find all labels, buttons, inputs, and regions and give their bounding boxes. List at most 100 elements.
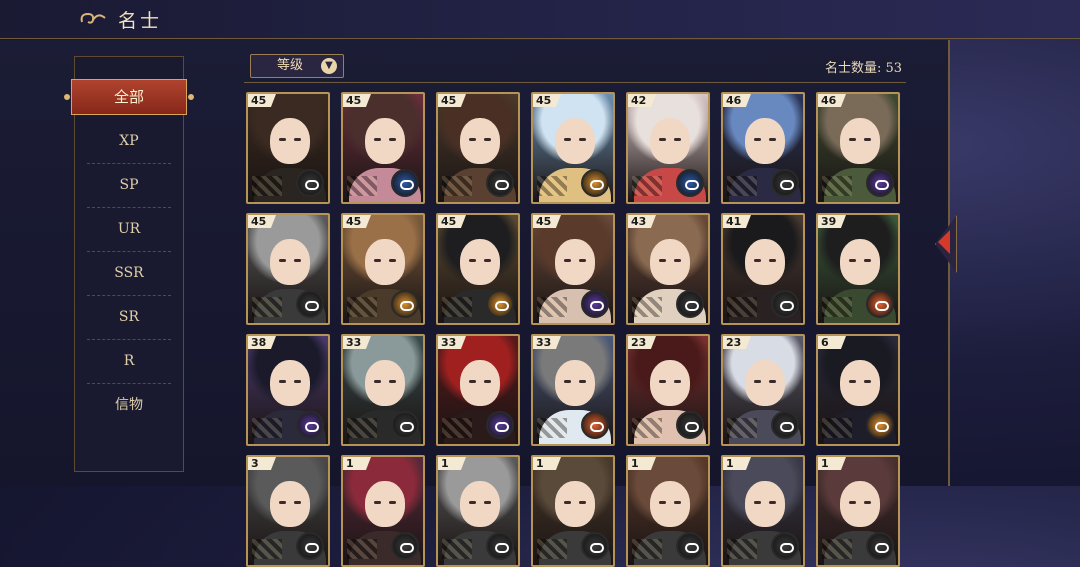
portrait-eye xyxy=(564,259,571,262)
rarity-emblem-icon xyxy=(581,411,609,439)
rarity-emblem-icon xyxy=(676,411,704,439)
character-card[interactable]: 43 xyxy=(626,213,710,325)
portrait-face xyxy=(270,481,310,527)
ornament-dot-icon xyxy=(188,94,194,100)
portrait-face xyxy=(460,360,500,406)
character-card[interactable]: 23 xyxy=(626,334,710,446)
character-card[interactable]: 46 xyxy=(721,92,805,204)
portrait-eye xyxy=(279,380,286,383)
sidebar-item-r[interactable]: R xyxy=(87,339,171,384)
divider xyxy=(244,82,906,83)
card-frame-pattern xyxy=(537,297,567,317)
character-card[interactable]: 23 xyxy=(721,334,805,446)
rarity-emblem-icon xyxy=(486,411,514,439)
portrait-eye xyxy=(754,380,761,383)
portrait-face xyxy=(840,360,880,406)
portrait-face xyxy=(555,118,595,164)
card-frame-pattern xyxy=(347,418,377,438)
character-card[interactable]: 39 xyxy=(816,213,900,325)
sidebar-item-label: SSR xyxy=(114,265,144,281)
portrait-eye xyxy=(279,501,286,504)
rarity-emblem-icon xyxy=(866,411,894,439)
character-card[interactable]: 3 xyxy=(246,455,330,567)
character-card[interactable]: 45 xyxy=(436,213,520,325)
portrait-face xyxy=(745,239,785,285)
portrait-face xyxy=(650,118,690,164)
category-sidebar: 全部 XP SP UR SSR SR R 信物 xyxy=(64,56,194,472)
character-card[interactable]: 1 xyxy=(816,455,900,567)
character-card[interactable]: 33 xyxy=(436,334,520,446)
sidebar-item-ur[interactable]: UR xyxy=(87,207,171,252)
rarity-emblem-icon xyxy=(296,532,324,560)
rarity-emblem-icon xyxy=(676,532,704,560)
sidebar-item-tokens[interactable]: 信物 xyxy=(87,383,171,427)
sidebar-item-label: XP xyxy=(119,133,139,149)
character-card[interactable]: 45 xyxy=(341,92,425,204)
character-card[interactable]: 41 xyxy=(721,213,805,325)
portrait-face xyxy=(840,118,880,164)
character-card[interactable]: 33 xyxy=(341,334,425,446)
portrait-eye xyxy=(849,501,856,504)
rarity-emblem-icon xyxy=(771,290,799,318)
portrait-eye xyxy=(374,501,381,504)
portrait-eye xyxy=(484,259,491,262)
rarity-emblem-icon xyxy=(296,169,324,197)
character-card[interactable]: 46 xyxy=(816,92,900,204)
portrait-eye xyxy=(389,138,396,141)
portrait-eye xyxy=(469,259,476,262)
portrait-eye xyxy=(769,259,776,262)
rarity-emblem-icon xyxy=(676,290,704,318)
arrow-left-icon[interactable] xyxy=(938,230,950,254)
rarity-emblem-icon xyxy=(581,532,609,560)
portrait-face xyxy=(460,481,500,527)
portrait-eye xyxy=(294,138,301,141)
portrait-eye xyxy=(279,259,286,262)
card-frame-pattern xyxy=(537,418,567,438)
card-frame-pattern xyxy=(727,539,757,559)
portrait-eye xyxy=(769,501,776,504)
card-frame-pattern xyxy=(347,539,377,559)
character-card[interactable]: 45 xyxy=(341,213,425,325)
character-card[interactable]: 45 xyxy=(531,92,615,204)
portrait-face xyxy=(745,360,785,406)
portrait-eye xyxy=(579,501,586,504)
character-card[interactable]: 6 xyxy=(816,334,900,446)
sidebar-item-label: R xyxy=(123,353,135,369)
character-card[interactable]: 45 xyxy=(246,92,330,204)
character-card[interactable]: 45 xyxy=(531,213,615,325)
character-card[interactable]: 1 xyxy=(626,455,710,567)
card-frame-pattern xyxy=(822,297,852,317)
character-card[interactable]: 33 xyxy=(531,334,615,446)
card-frame-pattern xyxy=(537,176,567,196)
character-card[interactable]: 45 xyxy=(246,213,330,325)
sidebar-item-xp[interactable]: XP xyxy=(87,119,171,164)
character-card[interactable]: 38 xyxy=(246,334,330,446)
character-card[interactable]: 1 xyxy=(436,455,520,567)
card-frame-pattern xyxy=(727,297,757,317)
rarity-emblem-icon xyxy=(676,169,704,197)
card-frame-pattern xyxy=(252,176,282,196)
character-card[interactable]: 42 xyxy=(626,92,710,204)
card-frame-pattern xyxy=(822,418,852,438)
sidebar-item-all[interactable]: 全部 xyxy=(64,79,194,115)
portrait-eye xyxy=(374,259,381,262)
character-card[interactable]: 1 xyxy=(531,455,615,567)
character-card[interactable]: 1 xyxy=(721,455,805,567)
sidebar-item-label: UR xyxy=(117,221,141,237)
sort-dropdown[interactable]: 等级 ▼ xyxy=(250,54,344,78)
rarity-emblem-icon xyxy=(581,169,609,197)
portrait-eye xyxy=(469,380,476,383)
portrait-eye xyxy=(659,380,666,383)
portrait-face xyxy=(270,118,310,164)
card-frame-pattern xyxy=(252,539,282,559)
character-card[interactable]: 1 xyxy=(341,455,425,567)
sidebar-item-label: 信物 xyxy=(115,397,143,413)
rarity-emblem-icon xyxy=(391,169,419,197)
card-frame-pattern xyxy=(632,418,662,438)
character-card[interactable]: 45 xyxy=(436,92,520,204)
portrait-face xyxy=(650,481,690,527)
sidebar-item-sr[interactable]: SR xyxy=(87,295,171,340)
sidebar-item-ssr[interactable]: SSR xyxy=(87,251,171,296)
portrait-eye xyxy=(389,380,396,383)
sidebar-item-sp[interactable]: SP xyxy=(87,163,171,208)
